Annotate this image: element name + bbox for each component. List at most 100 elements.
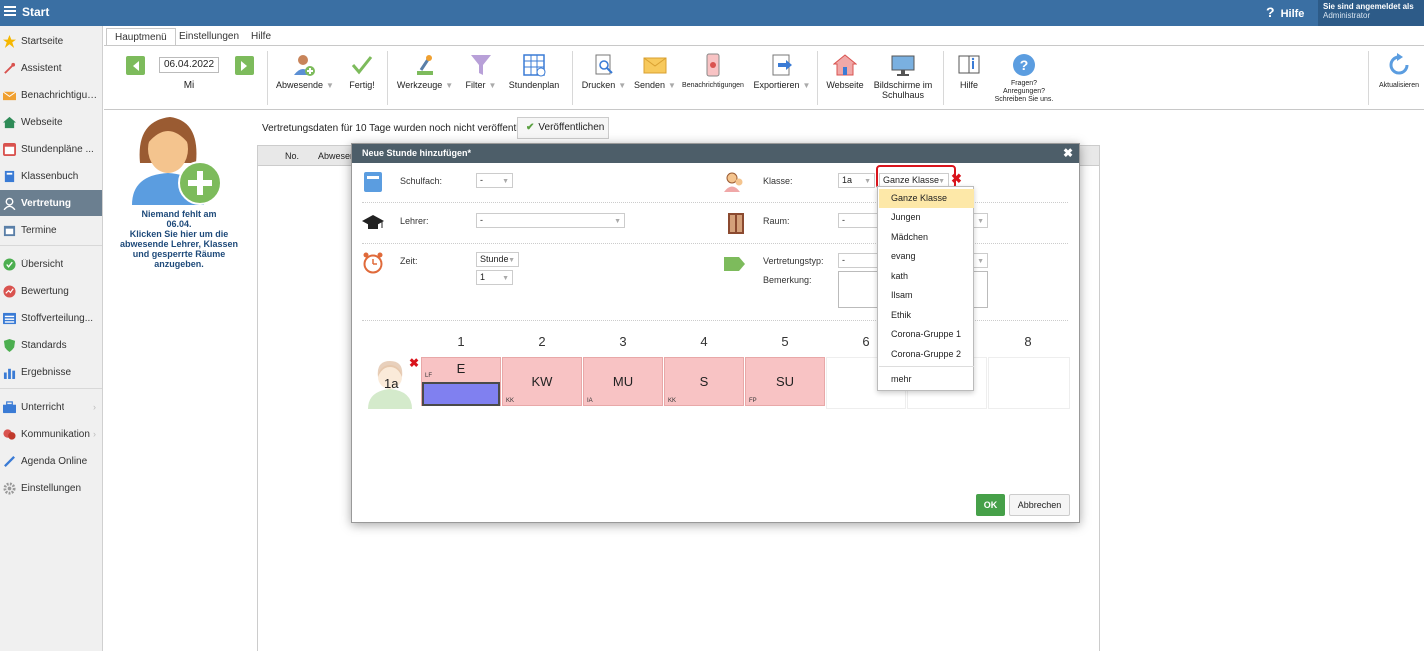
sidebar-item-stoffverteilung[interactable]: Stoffverteilung... bbox=[0, 305, 102, 331]
schulfach-select[interactable]: - ▼ bbox=[476, 173, 513, 188]
lesson-cell[interactable]: MU IA bbox=[583, 357, 663, 406]
dropdown-more-option[interactable]: mehr bbox=[879, 370, 974, 389]
wand-icon bbox=[4, 62, 16, 74]
filter-button[interactable]: Filter ▼ bbox=[460, 46, 502, 110]
dropdown-option[interactable]: Corona-Gruppe 2 bbox=[879, 345, 974, 364]
tab-hilfe[interactable]: Hilfe bbox=[243, 28, 279, 46]
next-day-button[interactable] bbox=[235, 56, 254, 75]
abwesende-button[interactable]: Abwesende ▼ bbox=[276, 46, 334, 110]
ok-button[interactable]: OK bbox=[976, 494, 1005, 516]
refresh-icon bbox=[1389, 53, 1409, 75]
gear-icon bbox=[3, 481, 16, 495]
sidebar-item-agenda-online[interactable]: Agenda Online bbox=[0, 448, 102, 474]
date-field[interactable]: 06.04.2022 bbox=[159, 57, 219, 73]
dropdown-option[interactable]: Corona-Gruppe 1 bbox=[879, 325, 974, 344]
dropdown-option[interactable]: kath bbox=[879, 267, 974, 286]
dropdown-option[interactable]: Ganze Klasse bbox=[879, 189, 974, 208]
dropdown-option[interactable]: Ilsam bbox=[879, 286, 974, 305]
ribbon-separator bbox=[267, 51, 268, 105]
dropdown-option[interactable]: Ethik bbox=[879, 306, 974, 325]
door-icon bbox=[728, 213, 744, 234]
lesson-cell[interactable]: KW KK bbox=[502, 357, 582, 406]
drucken-button[interactable]: Drucken ▼ bbox=[579, 46, 629, 110]
book-info-icon bbox=[958, 55, 980, 74]
lesson-cell[interactable]: SU FP bbox=[745, 357, 825, 406]
werkzeuge-button[interactable]: Werkzeuge ▼ bbox=[394, 46, 456, 110]
new-lesson-slot[interactable] bbox=[422, 382, 500, 406]
sidebar-item-benachrichtigungen[interactable]: Benachrichtigungen bbox=[0, 82, 102, 108]
lehrer-select[interactable]: - ▼ bbox=[476, 213, 625, 228]
dropdown-arrow-icon: ▼ bbox=[614, 218, 621, 225]
students-icon bbox=[724, 172, 743, 192]
hamburger-menu-icon[interactable] bbox=[4, 6, 16, 16]
phone-icon bbox=[706, 53, 720, 77]
raum-label: Raum: bbox=[763, 216, 790, 226]
sidebar-item-standards[interactable]: Standards bbox=[0, 332, 102, 358]
sidebar-item-webseite[interactable]: Webseite bbox=[0, 109, 102, 135]
senden-button[interactable]: Senden ▼ bbox=[631, 46, 679, 110]
dropdown-arrow-icon: ▼ bbox=[977, 258, 984, 265]
sidebar-item-bewertung[interactable]: Bewertung bbox=[0, 278, 102, 304]
benachrichtigungen-button[interactable]: Benachrichtigungen bbox=[681, 46, 745, 110]
bemerkung-label: Bemerkung: bbox=[763, 275, 812, 285]
absent-panel[interactable]: Niemand fehlt am 06.04. Klicken Sie hier… bbox=[104, 111, 254, 651]
period-number: 3 bbox=[619, 334, 627, 349]
aktualisieren-button[interactable]: Aktualisieren bbox=[1376, 46, 1422, 110]
person-icon bbox=[3, 197, 16, 210]
previous-day-button[interactable] bbox=[126, 56, 145, 75]
lesson-cell[interactable]: E LF bbox=[421, 357, 501, 406]
hilfe-button[interactable]: Hilfe bbox=[950, 46, 988, 110]
dropdown-arrow-icon: ▼ bbox=[502, 275, 509, 282]
person-add-icon bbox=[294, 55, 315, 76]
monitor-icon bbox=[891, 55, 915, 76]
dropdown-option[interactable]: Mädchen bbox=[879, 228, 974, 247]
remove-class-icon[interactable]: ✖ bbox=[409, 356, 419, 370]
cancel-button[interactable]: Abbrechen bbox=[1009, 494, 1070, 516]
sidebar-item-einstellungen[interactable]: Einstellungen bbox=[0, 475, 102, 501]
fertig-button[interactable]: Fertig! bbox=[342, 46, 382, 110]
zeit-period-select[interactable]: 1 ▼ bbox=[476, 270, 513, 285]
tab-einstellungen[interactable]: Einstellungen bbox=[171, 28, 247, 46]
sidebar-item-termine[interactable]: Termine bbox=[0, 217, 102, 243]
house-icon bbox=[3, 116, 16, 128]
zeit-unit-select[interactable]: Stunde ▼ bbox=[476, 252, 519, 267]
dropdown-arrow-icon: ▼ bbox=[508, 257, 515, 264]
sidebar-item-uebersicht[interactable]: Übersicht bbox=[0, 251, 102, 277]
klasse-select[interactable]: 1a ▼ bbox=[838, 173, 875, 188]
exportieren-button[interactable]: Exportieren ▼ bbox=[750, 46, 814, 110]
question-icon: ? bbox=[1266, 4, 1275, 20]
close-icon[interactable]: ✖ bbox=[1063, 146, 1073, 160]
sidebar-item-unterricht[interactable]: Unterricht › bbox=[0, 394, 102, 420]
webseite-button[interactable]: Webseite bbox=[822, 46, 868, 110]
bar-chart-icon bbox=[3, 368, 16, 379]
column-header-no: No. bbox=[285, 151, 300, 161]
lesson-cell[interactable]: S KK bbox=[664, 357, 744, 406]
feedback-button[interactable]: ? Fragen? Anregungen? Schreiben Sie uns. bbox=[992, 46, 1056, 110]
book-icon bbox=[4, 170, 15, 182]
zeit-label: Zeit: bbox=[400, 256, 418, 266]
sidebar-item-vertretung[interactable]: Vertretung bbox=[0, 190, 102, 216]
empty-lesson-cell[interactable] bbox=[988, 357, 1070, 409]
sidebar-item-kommunikation[interactable]: Kommunikation › bbox=[0, 421, 102, 447]
question-circle-icon: ? bbox=[1013, 54, 1035, 76]
house-icon bbox=[833, 54, 857, 76]
klasse-label: Klasse: bbox=[763, 176, 793, 186]
publish-button[interactable]: ✔ Veröffentlichen bbox=[517, 117, 609, 139]
sidebar-item-assistent[interactable]: Assistent bbox=[0, 55, 102, 81]
sidebar-item-stundenplaene[interactable]: Stundenpläne ... bbox=[0, 136, 102, 162]
help-link[interactable]: ? Hilfe bbox=[1266, 4, 1304, 20]
pen-icon bbox=[4, 455, 15, 467]
vertretungstyp-label: Vertretungstyp: bbox=[763, 256, 824, 266]
weekday-label: Mi bbox=[183, 80, 195, 91]
sidebar-item-startseite[interactable]: Startseite bbox=[0, 28, 102, 54]
sidebar-item-klassenbuch[interactable]: Klassenbuch bbox=[0, 163, 102, 189]
sidebar-item-ergebnisse[interactable]: Ergebnisse bbox=[0, 359, 102, 385]
stundenplan-button[interactable]: Stundenplan bbox=[504, 46, 564, 110]
tab-hauptmenue[interactable]: Hauptmenü bbox=[106, 28, 176, 46]
dropdown-option[interactable]: Jungen bbox=[879, 208, 974, 227]
bildschirme-button[interactable]: Bildschirme im Schulhaus bbox=[870, 46, 936, 110]
print-preview-icon bbox=[595, 54, 613, 75]
tag-icon bbox=[724, 257, 745, 271]
user-box[interactable]: Sie sind angemeldet als Administrator bbox=[1318, 0, 1424, 26]
dropdown-option[interactable]: evang bbox=[879, 247, 974, 266]
